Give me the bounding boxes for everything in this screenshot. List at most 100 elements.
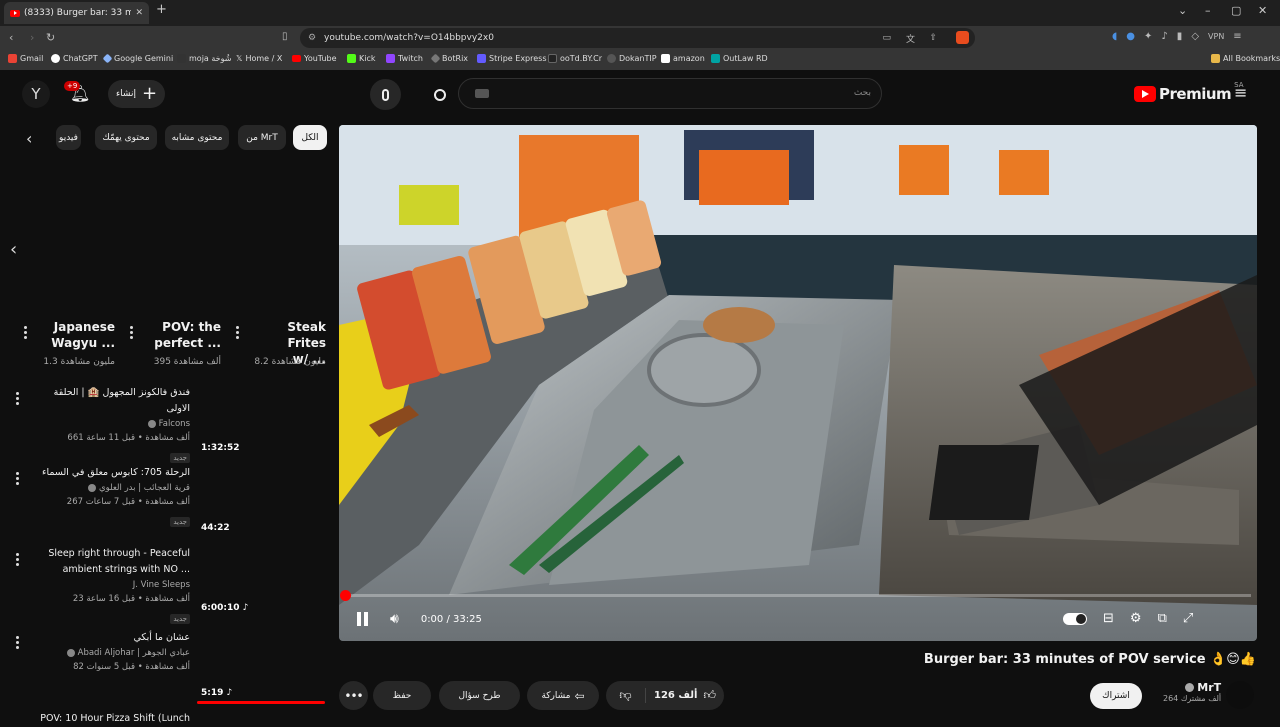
kick-icon [347,54,356,63]
close-tab-icon[interactable]: ✕ [135,8,143,18]
wallet-icon[interactable]: ◇ [1191,31,1199,42]
outlaw-icon [711,54,720,63]
channel-avatar[interactable] [1226,681,1254,709]
chip-all[interactable]: الكل [293,125,327,150]
site-info-icon[interactable]: ⚙ [308,33,316,43]
dislike-button[interactable]: 👎︎ [606,688,646,703]
chip-related[interactable]: محتوى مشابه [165,125,229,150]
sidebar-icon[interactable]: ▮ [1177,31,1183,42]
list-item[interactable]: عشان ما أبكي Abadi Aljohar | عبادي الجوه… [40,630,190,674]
short-3-title[interactable]: Japanese Wagyu ... [39,319,115,351]
forward-icon[interactable]: › [30,31,34,44]
cast-icon[interactable]: ▭ [882,33,891,43]
bookmark-outlaw[interactable]: OutLaw RD [711,54,768,63]
translate-icon[interactable]: 文 [906,32,915,45]
video-3-menu-icon[interactable] [16,551,19,568]
pause-button[interactable] [357,612,368,626]
miniplayer-icon[interactable]: ⧉ [1158,611,1167,626]
bookmark-gemini[interactable]: Google Gemini [102,53,173,64]
search-button[interactable] [424,79,455,110]
bookmark-amazon[interactable]: amazon [661,54,705,63]
search-input[interactable]: بحث [458,78,882,109]
chip-for-you[interactable]: محتوى يهمّك [95,125,157,150]
bookmark-kick[interactable]: Kick [347,54,376,63]
bookmark-youtube[interactable]: YouTube [292,54,337,63]
back-icon[interactable]: ‹ [9,31,13,44]
all-bookmarks[interactable]: All Bookmarks [1211,54,1280,63]
browser-tab-bar: (8333) Burger bar: 33 minut... ✕ + ⌄ – ▢… [0,0,1280,26]
bookmark-twitch[interactable]: Twitch [386,54,423,63]
share-page-icon[interactable]: ⇧ [929,33,937,43]
share-button[interactable]: مشاركة ⇦ [527,681,599,710]
channel-info[interactable]: MrT 264 ألف مشترك [1163,681,1221,703]
video-player[interactable]: 🔊︎ 0:00 / 33:25 ⊟ ⚙ ⧉ ⤢ [339,125,1257,641]
settings-icon[interactable]: ⚙ [1130,611,1142,626]
brave-shield-icon[interactable] [956,31,969,44]
bookmark-dokantip[interactable]: DokanTIP [607,54,657,63]
shorts-prev-arrow-icon[interactable]: ‹ [10,239,17,260]
list-item[interactable]: Sleep right through - Peaceful ambient s… [40,546,190,625]
video-2-menu-icon[interactable] [16,470,19,487]
chip-from-channel[interactable]: من MrT [238,125,286,150]
browser-tab[interactable]: (8333) Burger bar: 33 minut... ✕ [4,2,149,24]
video-channel: J. Vine Sleeps [132,580,190,590]
maximize-icon[interactable]: ▢ [1231,4,1241,17]
hamburger-menu-icon[interactable]: ≡ [1234,83,1247,102]
search-placeholder: بحث [853,88,871,98]
list-item[interactable]: POV: 10 Hour Pizza Shift (Lunch [20,711,190,727]
music-icon[interactable]: ♪ [1161,31,1167,42]
ask-button[interactable]: طرح سؤال [439,681,520,710]
subtitles-icon[interactable]: ⊟ [1103,611,1114,626]
close-window-icon[interactable]: ✕ [1258,4,1267,17]
bookmark-page-icon[interactable]: ▯ [282,31,288,42]
extension-puzzle-icon[interactable]: ✦ [1144,31,1152,42]
fullscreen-icon[interactable]: ⤢ [1183,611,1193,626]
new-tab-icon[interactable]: + [156,2,167,17]
video-title: الرحلة 705: كابوس معلق في السماء [42,467,190,478]
short-2-menu-icon[interactable] [130,324,133,341]
bookmark-stripe[interactable]: Stripe Express [477,54,547,63]
bookmark-x[interactable]: 𝕏 Home / X [236,54,282,63]
short-3-menu-icon[interactable] [24,324,27,341]
voice-search-button[interactable] [370,79,401,110]
video-progress-track[interactable] [340,590,1251,601]
minimize-icon[interactable]: – [1205,4,1211,17]
video-1-menu-icon[interactable] [16,390,19,407]
like-button[interactable]: 126 ألف 👍︎ [646,688,724,703]
bookmark-ootd[interactable]: ooTd.BY.Cr [548,54,602,63]
create-button[interactable]: إنشاء + [108,80,165,108]
list-item[interactable]: الرحلة 705: كابوس معلق في السماء قرية ال… [40,465,190,528]
scrubber-handle[interactable] [340,590,351,601]
avatar[interactable]: Y [22,80,50,108]
tab-search-icon[interactable]: ⌄ [1178,4,1187,17]
menu-icon[interactable]: ≡ [1233,31,1241,42]
extension-blue-icon[interactable]: ● [1126,31,1135,42]
youtube-premium-logo[interactable]: Premium SA [1134,81,1244,103]
short-1-menu-icon[interactable] [236,324,239,341]
save-button[interactable]: حفظ [373,681,431,710]
video-title: عشان ما أبكي [133,632,191,643]
youtube-logo-icon [1134,86,1156,102]
short-2-title[interactable]: POV: the perfect ... [145,319,221,351]
reload-icon[interactable]: ↻ [46,31,55,44]
video-4-menu-icon[interactable] [16,634,19,651]
bookmark-botrix[interactable]: BotRix [430,53,468,64]
bookmark-chatgpt[interactable]: ChatGPT [51,54,98,63]
video-meta: 661 ألف مشاهدة • قبل 11 ساعة [67,433,190,443]
chips-prev-arrow-icon[interactable]: ‹ [26,129,32,148]
keyboard-icon[interactable] [475,89,489,98]
chip-video[interactable]: فيديو [56,125,81,150]
address-bar[interactable]: ⚙ youtube.com/watch?v=O14bbpvy2x0 ▭ 文 ⇧ [300,28,975,48]
music-note-icon: ♪ [242,603,249,613]
microphone-icon [382,88,389,101]
vpn-button[interactable]: VPN [1208,32,1224,41]
bookmark-gmail[interactable]: Gmail [8,54,43,63]
list-item[interactable]: فندق فالكونز المجهول 🏨 | الحلقة الاولى F… [40,385,190,464]
more-actions-button[interactable]: ••• [339,681,368,710]
extension-audio-icon[interactable]: ◖ [1112,31,1117,42]
bookmark-moja[interactable]: moja شُوخة [177,54,231,63]
volume-button[interactable]: 🔊︎ [390,611,399,627]
subscribe-button[interactable]: اشتراك [1090,683,1142,709]
notifications-button[interactable]: 🔔︎ +9 [64,81,90,103]
autoplay-toggle[interactable] [1063,612,1087,625]
